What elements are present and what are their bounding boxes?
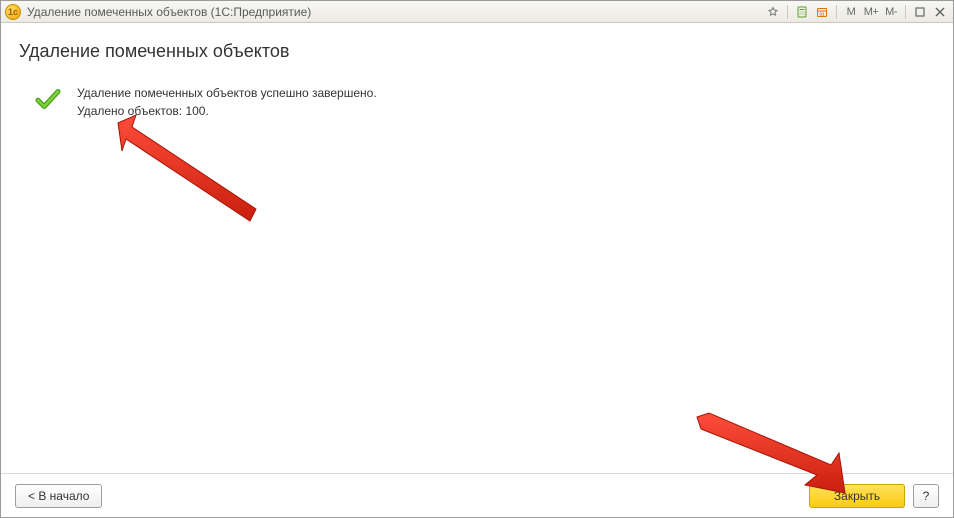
close-icon[interactable] [931,4,949,20]
result-line-2: Удалено объектов: 100. [77,102,377,120]
footer: < В начало Закрыть ? [1,473,953,517]
app-icon: 1c [5,4,21,20]
check-icon [33,84,63,114]
result-line-1: Удаление помеченных объектов успешно зав… [77,84,377,102]
titlebar-toolbar: 31 M M+ M- [764,4,949,20]
close-button[interactable]: Закрыть [809,484,905,508]
annotation-arrow-1 [106,111,266,226]
content-area: Удаление помеченных объектов Удаление по… [1,23,953,473]
maximize-icon[interactable] [911,4,929,20]
window-title: Удаление помеченных объектов (1С:Предпри… [27,5,311,19]
svg-text:31: 31 [819,11,825,16]
favorites-icon[interactable] [764,4,782,20]
window-root: 1c Удаление помеченных объектов (1С:Пред… [0,0,954,518]
page-title: Удаление помеченных объектов [19,41,935,62]
back-button[interactable]: < В начало [15,484,102,508]
memory-mminus-button[interactable]: M- [882,4,900,20]
help-button[interactable]: ? [913,484,939,508]
memory-mplus-button[interactable]: M+ [862,4,880,20]
calculator-icon[interactable] [793,4,811,20]
memory-m-button[interactable]: M [842,4,860,20]
titlebar: 1c Удаление помеченных объектов (1С:Пред… [1,1,953,23]
result-row: Удаление помеченных объектов успешно зав… [19,84,935,120]
calendar-icon[interactable]: 31 [813,4,831,20]
result-text: Удаление помеченных объектов успешно зав… [77,84,377,120]
